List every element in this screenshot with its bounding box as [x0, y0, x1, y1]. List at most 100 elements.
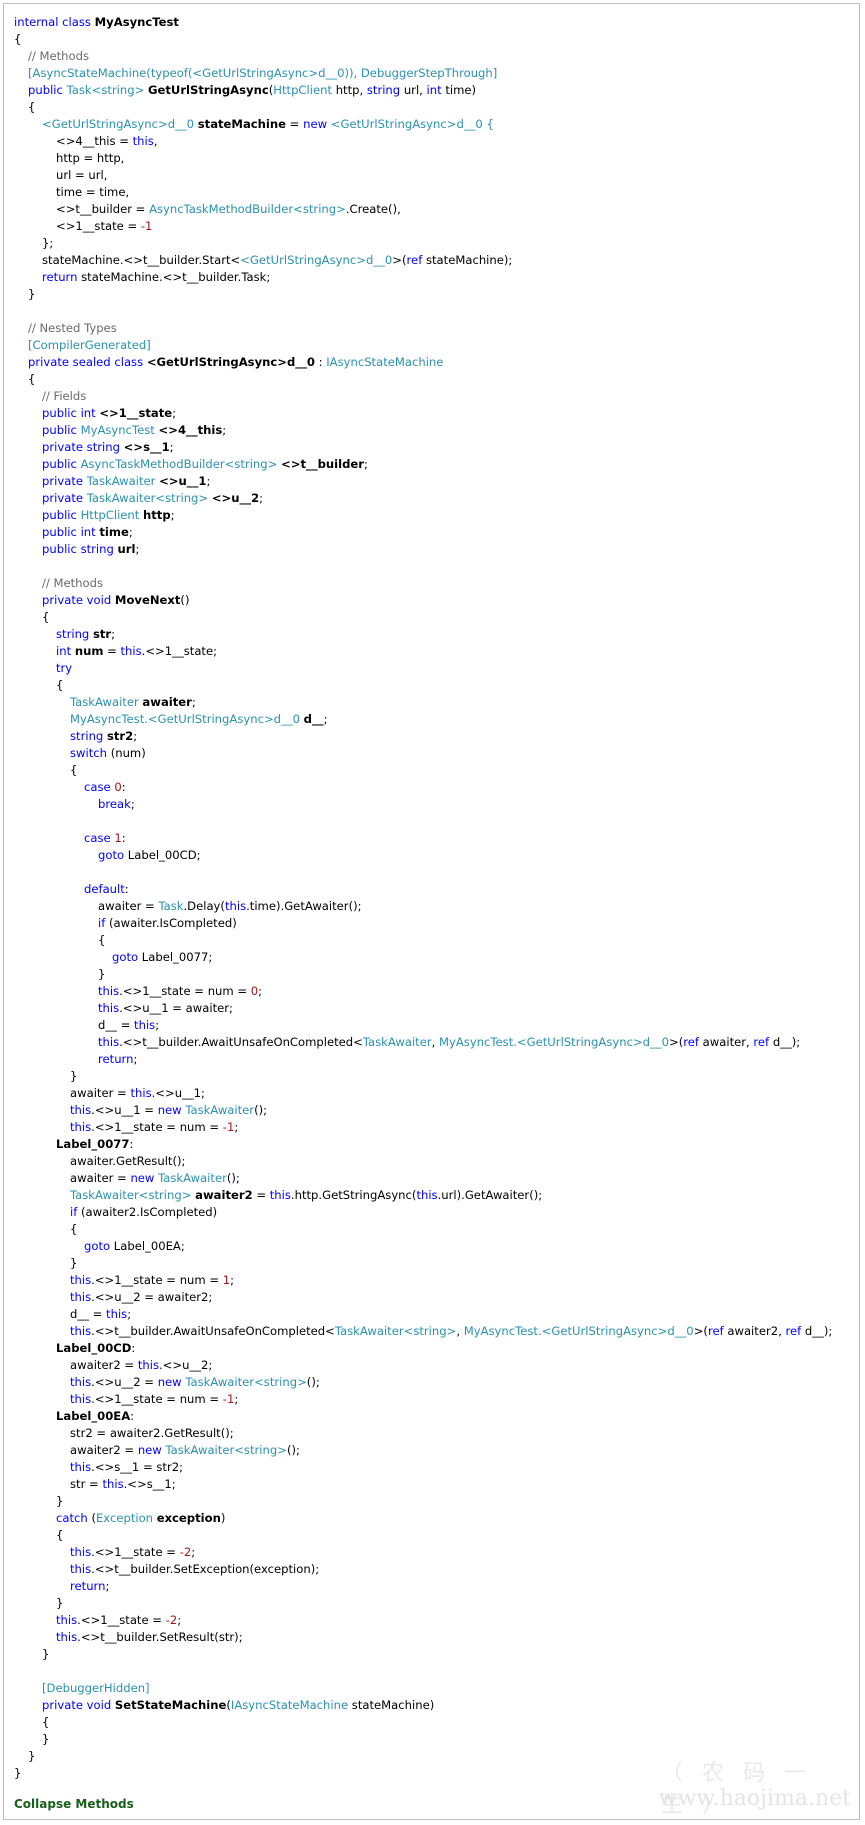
code-token: >( [668, 1035, 684, 1049]
code-token: this [70, 1392, 92, 1406]
code-line: <>t__builder = AsyncTaskMethodBuilder<st… [14, 201, 859, 218]
code-token: { [28, 372, 36, 386]
code-token: ref [683, 1035, 703, 1049]
code-token: { [42, 610, 50, 624]
code-line: } [14, 1068, 859, 1085]
code-token: { [98, 933, 106, 947]
code-line: this.<>t__builder.AwaitUnsafeOnCompleted… [14, 1034, 859, 1051]
code-token: ; [133, 729, 138, 743]
code-line: private sealed class <GetUrlStringAsync>… [14, 354, 859, 371]
code-token: public [42, 508, 81, 522]
code-line: str = this.<>s__1; [14, 1476, 859, 1493]
code-token: Task [158, 899, 184, 913]
code-line: } [14, 966, 859, 983]
code-token: private void [42, 593, 115, 607]
code-line: [CompilerGenerated] [14, 337, 859, 354]
code-token: ; [258, 984, 263, 998]
code-token: awaiter, [702, 1035, 754, 1049]
code-token: { [56, 1528, 64, 1542]
code-line: // Methods [14, 575, 859, 592]
code-token: int [56, 644, 75, 658]
code-token: () [180, 593, 190, 607]
code-line: MyAsyncTest.<GetUrlStringAsync>d__0 d__; [14, 711, 859, 728]
code-token: TaskAwaiter<string> [185, 1375, 307, 1389]
code-token: .url).GetAwaiter(); [437, 1188, 543, 1202]
collapse-methods-link[interactable]: Collapse Methods [14, 1797, 134, 1811]
code-token: <>4__this = [56, 134, 133, 148]
code-token: (); [226, 1171, 240, 1185]
code-token: { [42, 1715, 50, 1729]
code-token: num [74, 644, 104, 658]
watermark-url: www.haojima.net [658, 1786, 851, 1811]
code-token: .<>u__1 = [91, 1103, 158, 1117]
code-token: this [70, 1273, 92, 1287]
code-line: TaskAwaiter awaiter; [14, 694, 859, 711]
code-token: .time).GetAwaiter(); [246, 899, 362, 913]
code-token: new [303, 117, 331, 131]
code-line: this.<>t__builder.AwaitUnsafeOnCompleted… [14, 1323, 859, 1340]
code-token: <>1__state [99, 406, 173, 420]
code-token: switch [70, 746, 111, 760]
code-line: this.<>u__2 = new TaskAwaiter<string>(); [14, 1374, 859, 1391]
code-token: public [42, 457, 81, 471]
code-token: { [70, 763, 78, 777]
code-token: stateMachine) [351, 1698, 435, 1712]
code-token: http = http, [56, 151, 125, 165]
code-token: .<>u__1; [151, 1086, 205, 1100]
code-token: d__); [804, 1324, 833, 1338]
code-line: this.<>1__state = num = -1; [14, 1119, 859, 1136]
code-token: SetStateMachine [114, 1698, 227, 1712]
code-token: .Create(), [345, 202, 401, 216]
code-token: <>t__builder = [56, 202, 150, 216]
code-token: : [314, 355, 327, 369]
code-token: Label_00CD; [127, 848, 201, 862]
code-token: private [42, 474, 87, 488]
code-token: AsyncTaskMethodBuilder<string> [149, 202, 346, 216]
code-line: if (awaiter.IsCompleted) [14, 915, 859, 932]
code-line: return stateMachine.<>t__builder.Task; [14, 269, 859, 286]
code-panel: internal class MyAsyncTest{// Methods [As… [3, 3, 860, 1820]
code-line: break; [14, 796, 859, 813]
code-token: -1 [222, 1120, 235, 1134]
code-token: .<>1__state = num = [91, 1273, 223, 1287]
code-line: awaiter = new TaskAwaiter(); [14, 1170, 859, 1187]
code-token: public string [42, 542, 118, 556]
code-token: ; [133, 1052, 138, 1066]
code-token: , [456, 1324, 464, 1338]
code-token: try [56, 661, 73, 675]
code-token: Label_0077 [56, 1137, 130, 1151]
code-token: public [28, 83, 67, 97]
code-token: str2 = awaiter2.GetResult(); [70, 1426, 234, 1440]
code-token: awaiter.GetResult(); [70, 1154, 186, 1168]
code-token: } [28, 1749, 36, 1763]
code-token: time [99, 525, 129, 539]
code-token: awaiter2, [727, 1324, 786, 1338]
code-line: d__ = this; [14, 1306, 859, 1323]
code-token: string [366, 83, 404, 97]
code-token: { [70, 1222, 78, 1236]
code-token: awaiter [142, 695, 192, 709]
code-line: this.<>s__1 = str2; [14, 1459, 859, 1476]
code-token: time = time, [56, 185, 130, 199]
code-line: try [14, 660, 859, 677]
code-token: awaiter2 = [70, 1443, 138, 1457]
code-line: { [14, 1221, 859, 1238]
code-token: ; [222, 423, 227, 437]
code-token: : [129, 1137, 134, 1151]
code-token: <GetUrlStringAsync>d__0 [146, 355, 315, 369]
code-token: public int [42, 525, 100, 539]
code-token: .<>1__state; [141, 644, 218, 658]
code-line: { [14, 371, 859, 388]
code-token: <GetUrlStringAsync>d__0 { [330, 117, 494, 131]
code-token: ref [406, 253, 426, 267]
code-line: awaiter = Task.Delay(this.time).GetAwait… [14, 898, 859, 915]
code-token: = [286, 117, 304, 131]
code-token: , [431, 1035, 439, 1049]
code-token: } [56, 1494, 64, 1508]
code-token: new [137, 1443, 166, 1457]
code-line: { [14, 609, 859, 626]
code-token: (num) [110, 746, 146, 760]
code-line: this.<>1__state = num = 1; [14, 1272, 859, 1289]
